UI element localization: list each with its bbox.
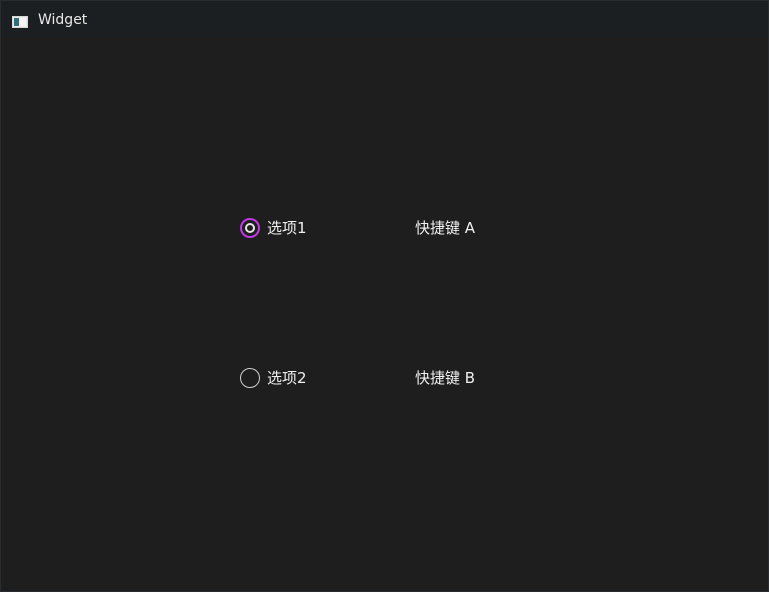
window-title: Widget xyxy=(38,12,88,28)
radio-option-1[interactable]: 选项1 xyxy=(240,218,307,238)
radio-option-2-label[interactable]: 选项2 xyxy=(267,368,307,388)
shortcut-label-b: 快捷键 B xyxy=(415,369,476,387)
title-bar[interactable]: Widget xyxy=(1,1,768,38)
shortcut-label-a: 快捷键 A xyxy=(415,219,476,237)
main-window: Widget 选项1 快捷键 A 选项2 快捷键 B xyxy=(0,0,769,592)
radio-checked-indicator[interactable] xyxy=(240,218,260,238)
app-window-icon xyxy=(12,13,28,28)
radio-option-1-label[interactable]: 选项1 xyxy=(267,218,307,238)
radio-unchecked-indicator[interactable] xyxy=(240,368,260,388)
radio-option-2[interactable]: 选项2 xyxy=(240,368,307,388)
